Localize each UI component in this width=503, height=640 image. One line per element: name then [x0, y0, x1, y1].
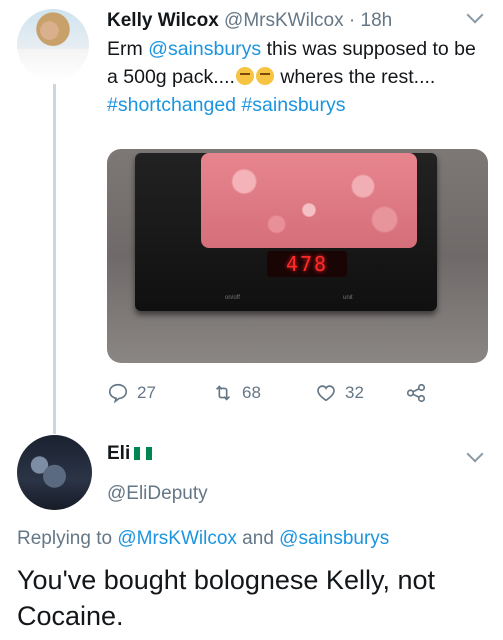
- mince-pack: [201, 153, 417, 248]
- thinking-face-emoji-icon: [255, 67, 274, 85]
- tweet-actions: 27 68 32: [107, 382, 447, 408]
- tweet-text: Erm @sainsburys this was supposed to be …: [107, 35, 487, 119]
- share-icon: [406, 383, 426, 403]
- like-button[interactable]: 32: [315, 382, 364, 404]
- hashtag-link[interactable]: #shortchanged: [107, 94, 236, 116]
- retweet-count: 68: [242, 383, 261, 402]
- avatar[interactable]: [17, 435, 92, 510]
- scale-button-label: unit: [343, 295, 353, 301]
- like-count: 32: [345, 383, 364, 402]
- reply-text: You've bought bolognese Kelly, not Cocai…: [17, 565, 435, 631]
- author-name[interactable]: Kelly Wilcox: [107, 10, 219, 31]
- chevron-down-icon[interactable]: [466, 6, 484, 24]
- header-separator: ·: [348, 10, 356, 31]
- reply-button[interactable]: 27: [107, 382, 156, 404]
- retweet-icon: [215, 385, 231, 401]
- tweet-photo[interactable]: 478 on/off unit: [107, 149, 488, 363]
- scale-display: 478: [267, 251, 347, 277]
- tweet-time[interactable]: 18h: [361, 10, 393, 31]
- avatar[interactable]: [17, 9, 89, 81]
- tweet-header: Kelly Wilcox @MrsKWilcox · 18h: [107, 10, 392, 32]
- chevron-down-icon[interactable]: [466, 445, 484, 463]
- replying-and: and: [236, 528, 280, 549]
- nigeria-flag-icon: [134, 447, 153, 460]
- text-pre: Erm: [107, 38, 149, 60]
- share-button[interactable]: [405, 382, 435, 404]
- author-handle[interactable]: @MrsKWilcox: [224, 10, 344, 31]
- reply-count: 27: [137, 383, 156, 402]
- mention-link[interactable]: @sainsburys: [148, 38, 261, 60]
- mention-link[interactable]: @MrsKWilcox: [117, 528, 237, 549]
- thread-line: [53, 84, 56, 434]
- author-name-text: Eli: [107, 443, 131, 464]
- raised-eyebrow-emoji-icon: [235, 67, 254, 85]
- text-post: wheres the rest....: [274, 66, 436, 88]
- author-name[interactable]: Eli: [107, 443, 153, 465]
- heart-icon: [317, 385, 335, 402]
- replying-prefix: Replying to: [17, 528, 118, 549]
- retweet-button[interactable]: 68: [212, 382, 261, 404]
- scale-button-label: on/off: [225, 295, 240, 301]
- hashtag-link[interactable]: #sainsburys: [241, 94, 345, 116]
- reply-icon: [108, 383, 128, 404]
- author-handle[interactable]: @EliDeputy: [107, 483, 208, 505]
- replying-to: Replying to @MrsKWilcox and @sainsburys: [17, 528, 389, 550]
- mention-link[interactable]: @sainsburys: [279, 528, 389, 549]
- kitchen-scale: 478 on/off unit: [135, 153, 437, 311]
